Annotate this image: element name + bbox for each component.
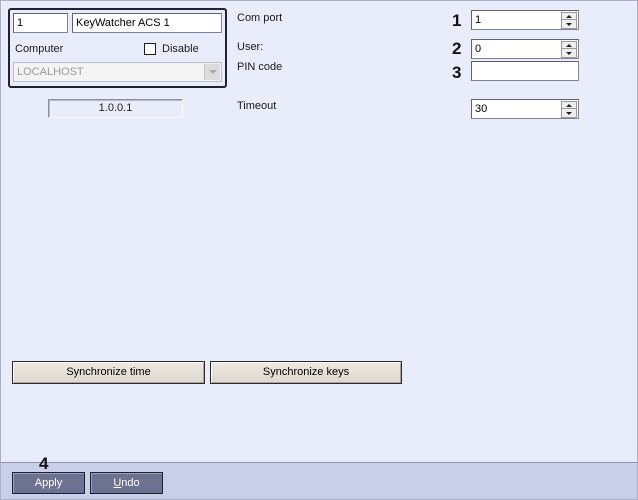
com-port-label: Com port	[237, 12, 283, 24]
computer-select-value: LOCALHOST	[17, 66, 84, 78]
timeout-label: Timeout	[237, 100, 277, 112]
object-id-field[interactable]: 1	[13, 13, 68, 33]
spin-down-icon[interactable]	[562, 50, 576, 57]
spin-up-icon[interactable]	[562, 42, 576, 49]
callout-4: 4	[39, 454, 49, 473]
undo-button[interactable]: Undo	[90, 472, 163, 494]
disable-checkbox[interactable]	[144, 43, 156, 55]
pin-code-input[interactable]	[471, 61, 579, 81]
apply-button[interactable]: Apply	[12, 472, 85, 494]
user-value: 0	[475, 43, 482, 55]
callout-2: 2	[452, 39, 462, 58]
computer-label: Computer	[15, 43, 64, 55]
com-port-spinner[interactable]	[561, 12, 577, 29]
spin-up-icon[interactable]	[562, 13, 576, 20]
com-port-value: 1	[475, 14, 482, 26]
chevron-down-icon	[204, 64, 220, 80]
timeout-input[interactable]: 30	[471, 99, 579, 119]
settings-panel: 1 KeyWatcher ACS 1 Computer Disable LOCA…	[0, 0, 638, 500]
footer-bar: 4 Apply Undo	[1, 454, 637, 499]
computer-select[interactable]: LOCALHOST	[13, 62, 222, 82]
user-label: User:	[237, 41, 264, 53]
spin-up-icon[interactable]	[562, 102, 576, 109]
synchronize-time-button[interactable]: Synchronize time	[12, 361, 205, 384]
synchronize-keys-button[interactable]: Synchronize keys	[210, 361, 402, 384]
version-display: 1.0.0.1	[48, 99, 183, 118]
spin-down-icon[interactable]	[562, 110, 576, 117]
disable-label: Disable	[162, 43, 199, 55]
callout-1: 1	[452, 11, 462, 30]
com-port-input[interactable]: 1	[471, 10, 579, 30]
pin-code-label: PIN code	[237, 61, 283, 73]
user-spinner[interactable]	[561, 41, 577, 58]
object-name-field[interactable]: KeyWatcher ACS 1	[72, 13, 222, 33]
user-input[interactable]: 0	[471, 39, 579, 59]
object-header-box: 1 KeyWatcher ACS 1 Computer Disable LOCA…	[8, 8, 227, 88]
spin-down-icon[interactable]	[562, 21, 576, 28]
timeout-value: 30	[475, 103, 488, 115]
timeout-spinner[interactable]	[561, 101, 577, 118]
callout-3: 3	[452, 63, 462, 82]
